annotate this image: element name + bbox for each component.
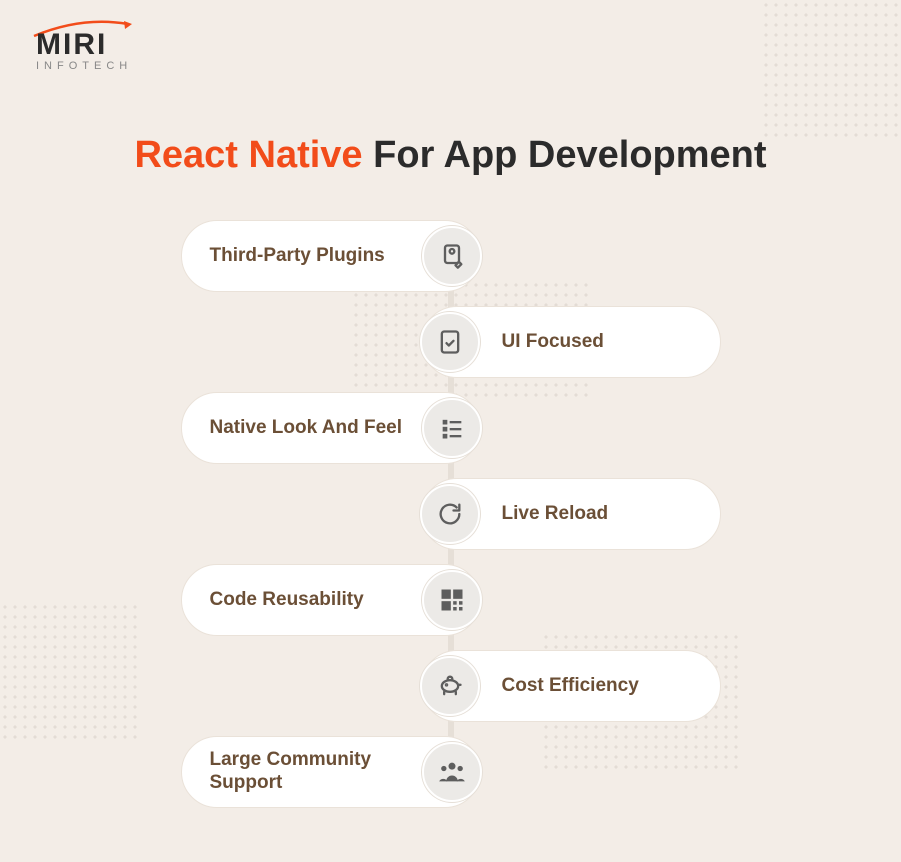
reload-icon bbox=[436, 500, 464, 528]
feature-icon-circle bbox=[420, 656, 480, 716]
list-icon bbox=[438, 414, 466, 442]
feature-code-reusability: Code Reusability bbox=[181, 564, 481, 636]
features-timeline: Third-Party Plugins UI Focused Native Lo… bbox=[0, 210, 901, 830]
feature-label: Large Community Support bbox=[210, 749, 408, 795]
feature-label: Native Look And Feel bbox=[210, 417, 403, 440]
feature-icon-circle bbox=[422, 398, 482, 458]
decoration-dots bbox=[761, 0, 901, 140]
feature-cost-efficiency: Cost Efficiency bbox=[421, 650, 721, 722]
feature-ui-focused: UI Focused bbox=[421, 306, 721, 378]
feature-icon-circle bbox=[422, 742, 482, 802]
feature-label: Third-Party Plugins bbox=[210, 245, 385, 268]
title-accent: React Native bbox=[134, 134, 362, 176]
brand-logo: MIRI INFOTECH bbox=[36, 28, 132, 72]
feature-label: Code Reusability bbox=[210, 589, 364, 612]
plugins-icon bbox=[438, 242, 466, 270]
feature-native-look: Native Look And Feel bbox=[181, 392, 481, 464]
feature-label: Live Reload bbox=[502, 503, 609, 526]
feature-live-reload: Live Reload bbox=[421, 478, 721, 550]
logo-name: MIRI bbox=[36, 28, 132, 62]
feature-label: UI Focused bbox=[502, 331, 604, 354]
feature-icon-circle bbox=[420, 312, 480, 372]
page-title: React Native For App Development bbox=[0, 134, 901, 177]
feature-icon-circle bbox=[422, 570, 482, 630]
feature-label: Cost Efficiency bbox=[502, 675, 639, 698]
feature-icon-circle bbox=[422, 226, 482, 286]
piggy-icon bbox=[436, 672, 464, 700]
ui-icon bbox=[436, 328, 464, 356]
qr-icon bbox=[438, 586, 466, 614]
feature-community-support: Large Community Support bbox=[181, 736, 481, 808]
title-rest: For App Development bbox=[373, 134, 766, 176]
feature-third-party-plugins: Third-Party Plugins bbox=[181, 220, 481, 292]
feature-icon-circle bbox=[420, 484, 480, 544]
users-icon bbox=[438, 758, 466, 786]
